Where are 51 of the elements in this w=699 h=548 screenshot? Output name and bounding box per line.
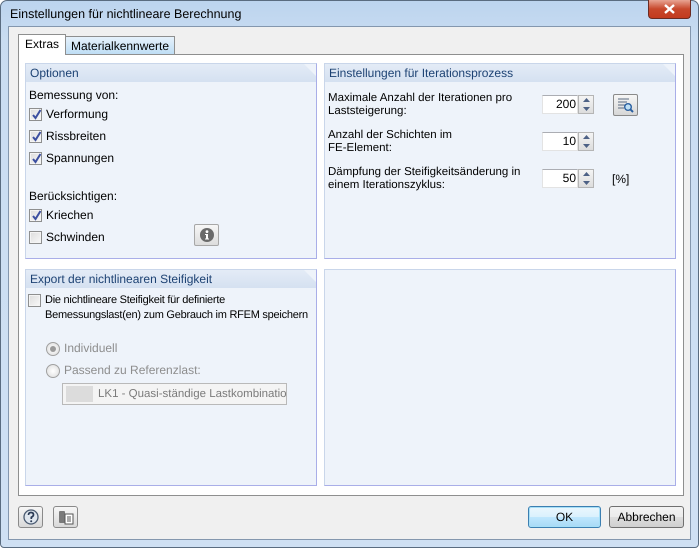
down-arrow-icon[interactable] [582,106,590,111]
option-label: Rissbreiten [46,129,106,144]
setting-label: Maximale Anzahl der Iterationen pro Laststeigerung: [328,92,514,118]
color-swatch [66,386,93,402]
details-button[interactable] [613,94,638,116]
up-arrow-icon[interactable] [582,98,590,102]
option-label: Passend zu Referenzlast: [64,363,201,378]
group-title: Optionen [30,66,79,80]
number-field[interactable]: 50 [542,169,578,188]
up-arrow-icon[interactable] [582,135,590,140]
close-button[interactable] [648,0,691,18]
number-field[interactable]: 200 [542,95,578,114]
unit-label: [%] [612,172,630,186]
checkbox[interactable] [29,231,42,244]
tab[interactable]: Materialkennwerte [65,36,176,55]
help-icon [22,508,38,524]
export-button[interactable] [53,506,78,528]
checkbox[interactable] [28,294,41,307]
checkbox[interactable] [29,108,42,121]
checkbox[interactable] [29,130,42,143]
number-field[interactable]: 10 [542,132,578,151]
option-label: Schwinden [46,230,105,245]
spin-button[interactable] [578,95,594,114]
option-label: Kriechen [46,208,94,223]
setting-label: Dämpfung der Steifigkeitsänderung in einem Iterationszyklus: [328,166,522,192]
section-label: Bemessung von: [29,88,120,102]
close-icon [664,4,675,14]
magnifier-icon [617,96,634,112]
section-label: Berücksichtigen: [29,189,118,203]
up-arrow-icon[interactable] [582,172,590,176]
checkbox[interactable] [29,209,42,222]
checkbox[interactable] [29,152,42,165]
help-button[interactable] [18,506,43,528]
spin-button[interactable] [578,169,594,188]
option-label: Die nichtlineare Steifigkeit für definierte Bemessungslast(en) zum Gebrauch im RFEM speichern [45,293,308,323]
down-arrow-icon[interactable] [582,144,590,148]
group-title: Export der nichtlinearen Steifigkeit [30,272,212,286]
option-label: Individuell [64,341,118,356]
option-label: Verformung [46,107,108,122]
document-icon [58,508,74,524]
down-arrow-icon[interactable] [582,180,590,185]
group-title: Einstellungen für Iterationsprozess [329,66,514,80]
setting-label: Anzahl der Schichten im FE-Element: [328,128,454,154]
info-button[interactable] [194,224,219,246]
spin-button[interactable] [578,132,594,151]
option-label: Spannungen [46,151,114,166]
tab[interactable]: Extras [18,34,66,55]
cancel-button[interactable]: Abbrechen [609,506,684,528]
info-icon [200,228,214,242]
ok-button[interactable]: OK [528,506,601,528]
window-title: Einstellungen für nichtlineare Berechnung [9,6,242,20]
